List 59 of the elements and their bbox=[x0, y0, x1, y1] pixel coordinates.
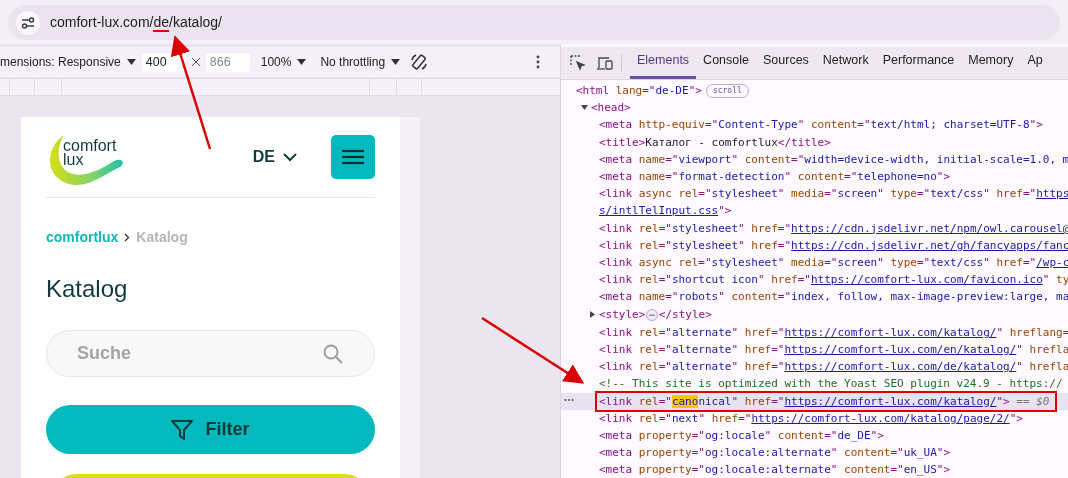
code-line[interactable]: <link rel="shortcut icon" href="https://comfort-lux.com/favicon.ico" ty bbox=[599, 271, 1068, 289]
expanded-triangle-icon[interactable] bbox=[580, 104, 588, 112]
caret-icon bbox=[297, 59, 307, 65]
inspect-icon[interactable] bbox=[570, 55, 586, 71]
code-line[interactable]: <link async rel="stylesheet" media="screen" type="text/css" href="/wp-c bbox=[599, 254, 1068, 272]
times-icon bbox=[191, 58, 200, 66]
code-line[interactable]: <head> bbox=[591, 99, 631, 117]
code-line[interactable]: <link async rel="stylesheet" media="screen" type="text/css" href="https bbox=[599, 185, 1068, 203]
caret-icon bbox=[391, 59, 401, 65]
code-line[interactable]: <meta name="robots" content="index, follow, max-image-preview:large, ma bbox=[599, 288, 1068, 306]
collapsed-triangle-icon[interactable] bbox=[588, 311, 596, 319]
code-line[interactable]: <meta name="format-detection" content="telephone=no"> bbox=[599, 168, 951, 186]
more-options-icon[interactable] bbox=[536, 55, 540, 69]
caret-icon bbox=[126, 59, 136, 65]
zoom-dropdown[interactable]: 100% bbox=[260, 53, 307, 71]
search-field[interactable]: Suche bbox=[46, 330, 375, 377]
menu-button[interactable] bbox=[331, 135, 375, 179]
address-bar[interactable]: comfort-lux.com/de/katalog/ bbox=[8, 5, 1060, 40]
url-text: comfort-lux.com/de/katalog/ bbox=[50, 13, 222, 33]
logo-text: comfort bbox=[63, 139, 117, 153]
code-line[interactable]: <!-- This site is optimized with the Yoast SEO plugin v24.9 - https:// bbox=[599, 375, 1063, 393]
devtools-tab[interactable]: Network bbox=[815, 51, 876, 79]
dimensions-dropdown[interactable]: mensions: Responsive bbox=[0, 53, 136, 71]
language-dropdown[interactable]: DE bbox=[252, 145, 297, 169]
code-line[interactable]: <meta property="og:locale:alternate" content="uk_UA"> bbox=[599, 444, 951, 462]
devtools-tab[interactable]: Memory bbox=[961, 51, 1021, 79]
code-line[interactable]: <meta http-equiv="Content-Type" content="text/html; charset=UTF-8"> bbox=[599, 116, 1043, 134]
devtools-tab[interactable]: Sources bbox=[756, 51, 816, 79]
page-heading: Katalog bbox=[46, 274, 129, 304]
code-line[interactable]: <link rel="next" href="https://comfort-lux.com/katalog/page/2/"> bbox=[599, 409, 1023, 428]
devtools-tab[interactable]: Elements bbox=[630, 51, 697, 79]
code-line[interactable]: <meta property="og:locale" content="de_DE"> bbox=[599, 427, 884, 445]
search-icon[interactable] bbox=[323, 344, 343, 364]
filter-icon bbox=[171, 418, 194, 441]
device-toggle-icon[interactable] bbox=[596, 56, 613, 71]
logo-text: lux bbox=[63, 153, 85, 167]
devtools-tab[interactable]: Performance bbox=[875, 51, 962, 79]
code-line[interactable]: <link rel="stylesheet" href="https://cdn.jsdelivr.net/gh/fancyapps/fanc bbox=[599, 236, 1068, 255]
chevron-down-icon bbox=[283, 152, 297, 162]
height-field[interactable]: 866 bbox=[205, 52, 250, 72]
width-field[interactable]: 400 bbox=[141, 52, 186, 72]
devtools-tab[interactable]: Console bbox=[696, 51, 756, 79]
rotate-icon[interactable] bbox=[410, 53, 429, 71]
menu-icon bbox=[342, 149, 364, 165]
code-line[interactable]: <html lang="de-DE"> bbox=[576, 82, 702, 100]
devtools-tab[interactable]: Ap bbox=[1020, 51, 1050, 79]
site-settings-icon[interactable] bbox=[16, 10, 40, 35]
breadcrumb-current: Katalog bbox=[136, 228, 188, 247]
code-line[interactable]: <link rel="alternate" href="https://comfort-lux.com/de/katalog/" hrefla bbox=[599, 358, 1068, 376]
chevron-right-icon bbox=[124, 233, 131, 242]
code-line[interactable]: <meta name="viewport" content="width=device-width, initial-scale=1.0, m bbox=[599, 150, 1068, 168]
code-line[interactable]: s/intlTelInput.css"> bbox=[599, 202, 732, 220]
code-line[interactable]: <link rel="alternate" href="https://comfort-lux.com/en/katalog/" hrefla bbox=[599, 341, 1068, 359]
code-line[interactable]: <meta property="og:locale:alternate" content="en_US"> bbox=[599, 461, 951, 478]
code-line[interactable]: <title>Каталог - comfortlux</title> bbox=[599, 133, 831, 151]
code-line[interactable]: <style> ⋯ </style> bbox=[599, 305, 712, 324]
throttling-dropdown[interactable]: No throttling bbox=[320, 53, 401, 71]
code-line[interactable]: <link rel="alternate" href="https://comfort-lux.com/katalog/" hreflang= bbox=[599, 323, 1068, 342]
filter-button[interactable]: Filter bbox=[46, 405, 375, 454]
